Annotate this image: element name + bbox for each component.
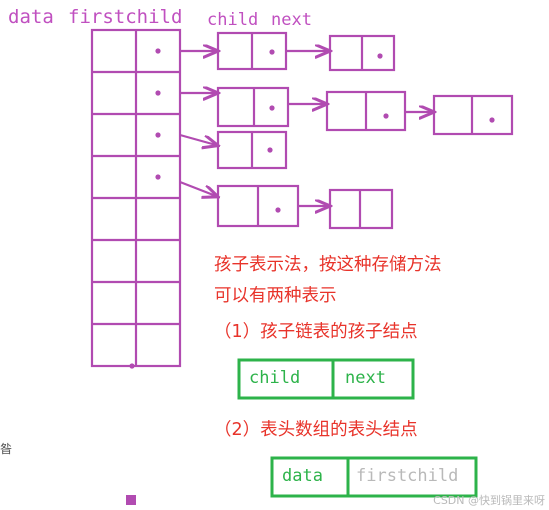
- diagram-canvas: data firstchild child next 孩子表示法，按这种存储方法…: [0, 0, 549, 510]
- child-node-left-label: child: [249, 368, 301, 388]
- child-node-right-label: next: [345, 368, 386, 388]
- annotation-line-2: 可以有两种表示: [214, 286, 337, 306]
- watermark-text: CSDN @快到锅里来呀: [433, 494, 545, 507]
- annotation-line-1: 孩子表示法，按这种存储方法: [214, 255, 442, 275]
- array-table: [90, 28, 182, 368]
- array-pointer-dots: [129, 48, 161, 369]
- list-row-1: [180, 31, 396, 72]
- annotation-line-3: （1）孩子链表的孩子结点: [214, 322, 418, 342]
- header-node-left-label: data: [282, 466, 323, 486]
- annotation-line-4: （2）表头数组的表头结点: [214, 420, 418, 440]
- list-row-4: [179, 180, 394, 230]
- corner-marker: [126, 495, 136, 505]
- header-node-right-label: firstchild: [356, 466, 459, 486]
- list-row-2: [180, 88, 514, 136]
- left-edge-fragment: 昝: [0, 442, 13, 456]
